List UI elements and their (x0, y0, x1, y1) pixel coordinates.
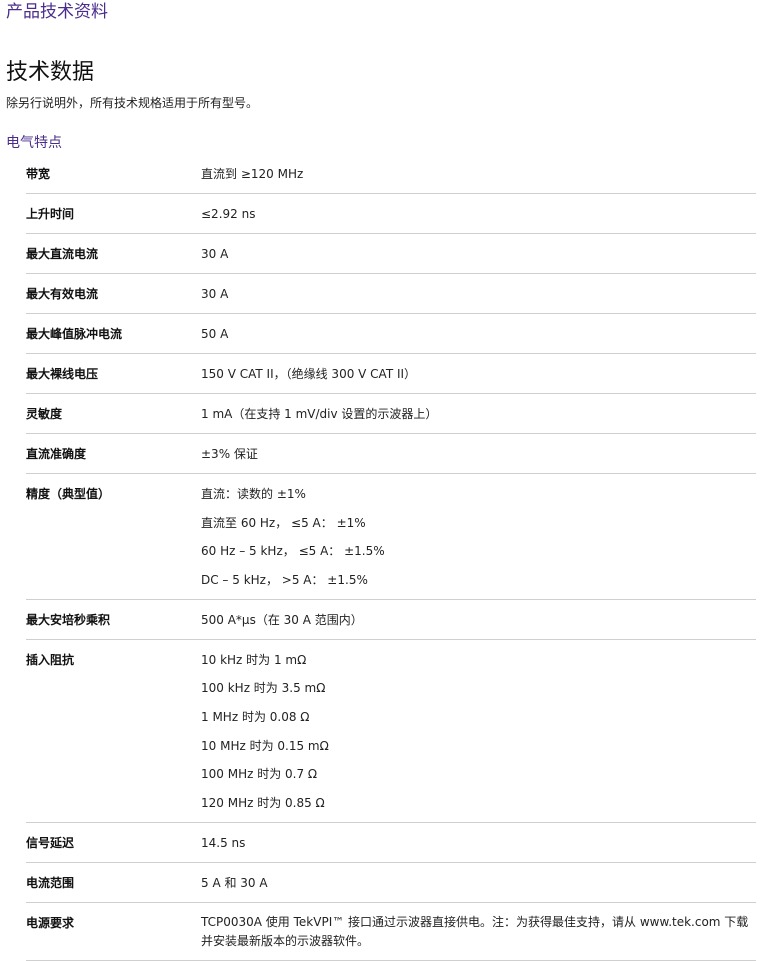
spec-values: 直流：读数的 ±1% 直流至 60 Hz， ≤5 A： ±1% 60 Hz – 5 … (201, 484, 756, 590)
spec-value: 1 mA（在支持 1 mV/div 设置的示波器上） (201, 407, 438, 421)
spec-label: 上升时间 (26, 207, 75, 221)
spec-label: 电流范围 (26, 875, 75, 890)
spec-values: 1 mA（在支持 1 mV/div 设置的示波器上） (201, 404, 756, 424)
spec-values: TCP0030A 使用 TekVPI™ 接口通过示波器直接供电。注：为获得最佳支… (201, 913, 756, 951)
spec-values: 直流到 ≥120 MHz (201, 164, 756, 184)
spec-label: 精度（典型值） (26, 487, 111, 501)
spec-label: 最大安培秒乘积 (26, 612, 111, 627)
spec-label: 最大直流电流 (26, 247, 99, 261)
spec-row: 直流准确度 ±3% 保证 (26, 434, 756, 474)
spec-row: 精度（典型值） 直流：读数的 ±1% 直流至 60 Hz， ≤5 A： ±1% 60 … (26, 474, 756, 600)
spec-row: 电源要求 TCP0030A 使用 TekVPI™ 接口通过示波器直接供电。注：为获… (26, 903, 756, 961)
spec-value: 500 A*μs（在 30 A 范围内） (201, 612, 363, 627)
spec-value: 1 MHz 时为 0.08 Ω (201, 709, 310, 724)
spec-value: 直流：读数的 ±1% (201, 487, 306, 501)
spec-table: 带宽 直流到 ≥120 MHz 上升时间 ≤2.92 ns 最大直流电流 30 A 最大有效… (26, 154, 756, 961)
spec-values: 14.5 ns (201, 833, 756, 853)
spec-value: 直流至 60 Hz， ≤5 A： ±1% (201, 515, 366, 530)
spec-row: 插入阻抗 10 kHz 时为 1 mΩ 100 kHz 时为 3.5 mΩ 1 MHz… (26, 640, 756, 823)
spec-value: 100 MHz 时为 0.7 Ω (201, 767, 318, 782)
spec-value: 直流到 ≥120 MHz (201, 167, 304, 181)
spec-row: 信号延迟 14.5 ns (26, 823, 756, 863)
spec-label: 带宽 (26, 167, 51, 181)
spec-value: 5 A 和 30 A (201, 875, 268, 890)
spec-values: 500 A*μs（在 30 A 范围内） (201, 610, 756, 630)
spec-row: 带宽 直流到 ≥120 MHz (26, 154, 756, 194)
spec-value: 60 Hz – 5 kHz， ≤5 A： ±1.5% (201, 544, 385, 559)
spec-values: 30 A (201, 244, 756, 264)
spec-values: 150 V CAT II，（绝缘线 300 V CAT II） (201, 364, 756, 384)
spec-value: 30 A (201, 247, 229, 261)
spec-value: ≤2.92 ns (201, 207, 256, 221)
spec-label: 最大峰值脉冲电流 (26, 327, 123, 341)
spec-values: ≤2.92 ns (201, 204, 756, 224)
spec-value: ±3% 保证 (201, 447, 258, 461)
spec-label: 最大裸线电压 (26, 367, 99, 381)
spec-values: 5 A 和 30 A (201, 873, 756, 893)
spec-label: 电源要求 (26, 915, 75, 930)
spec-values: 50 A (201, 324, 756, 344)
spec-value: 10 kHz 时为 1 mΩ (201, 652, 307, 667)
spec-row: 最大有效电流 30 A (26, 274, 756, 314)
spec-label: 直流准确度 (26, 447, 87, 461)
section-title: 技术数据 (6, 60, 95, 85)
spec-label: 灵敏度 (26, 407, 63, 421)
spec-value: 30 A (201, 287, 229, 301)
spec-row: 最大安培秒乘积 500 A*μs（在 30 A 范围内） (26, 600, 756, 640)
spec-value: 50 A (201, 327, 229, 341)
spec-value: 150 V CAT II，（绝缘线 300 V CAT II） (201, 367, 417, 381)
spec-row: 灵敏度 1 mA（在支持 1 mV/div 设置的示波器上） (26, 394, 756, 434)
spec-row: 上升时间 ≤2.92 ns (26, 194, 756, 234)
spec-values: 10 kHz 时为 1 mΩ 100 kHz 时为 3.5 mΩ 1 MHz 时为 … (201, 650, 756, 813)
spec-value: 100 kHz 时为 3.5 mΩ (201, 681, 326, 696)
spec-value: DC – 5 kHz， >5 A： ±1.5% (201, 572, 368, 587)
spec-value: 10 MHz 时为 0.15 mΩ (201, 738, 329, 753)
spec-values: ±3% 保证 (201, 444, 756, 464)
section-intro: 除另行说明外，所有技术规格适用于所有型号。 (6, 96, 259, 110)
subsection-title: 电气特点 (6, 135, 62, 151)
spec-value: TCP0030A 使用 TekVPI™ 接口通过示波器直接供电。注：为获得最佳支… (201, 914, 749, 948)
spec-label: 信号延迟 (26, 835, 75, 850)
spec-value: 14.5 ns (201, 835, 246, 850)
spec-value: 120 MHz 时为 0.85 Ω (201, 795, 325, 810)
document-header-label: 产品技术资料 (6, 2, 108, 22)
spec-values: 30 A (201, 284, 756, 304)
spec-row: 最大峰值脉冲电流 50 A (26, 314, 756, 354)
spec-label: 插入阻抗 (26, 652, 75, 667)
spec-row: 电流范围 5 A 和 30 A (26, 863, 756, 903)
spec-label: 最大有效电流 (26, 287, 99, 301)
spec-row: 最大直流电流 30 A (26, 234, 756, 274)
spec-row: 最大裸线电压 150 V CAT II，（绝缘线 300 V CAT II） (26, 354, 756, 394)
